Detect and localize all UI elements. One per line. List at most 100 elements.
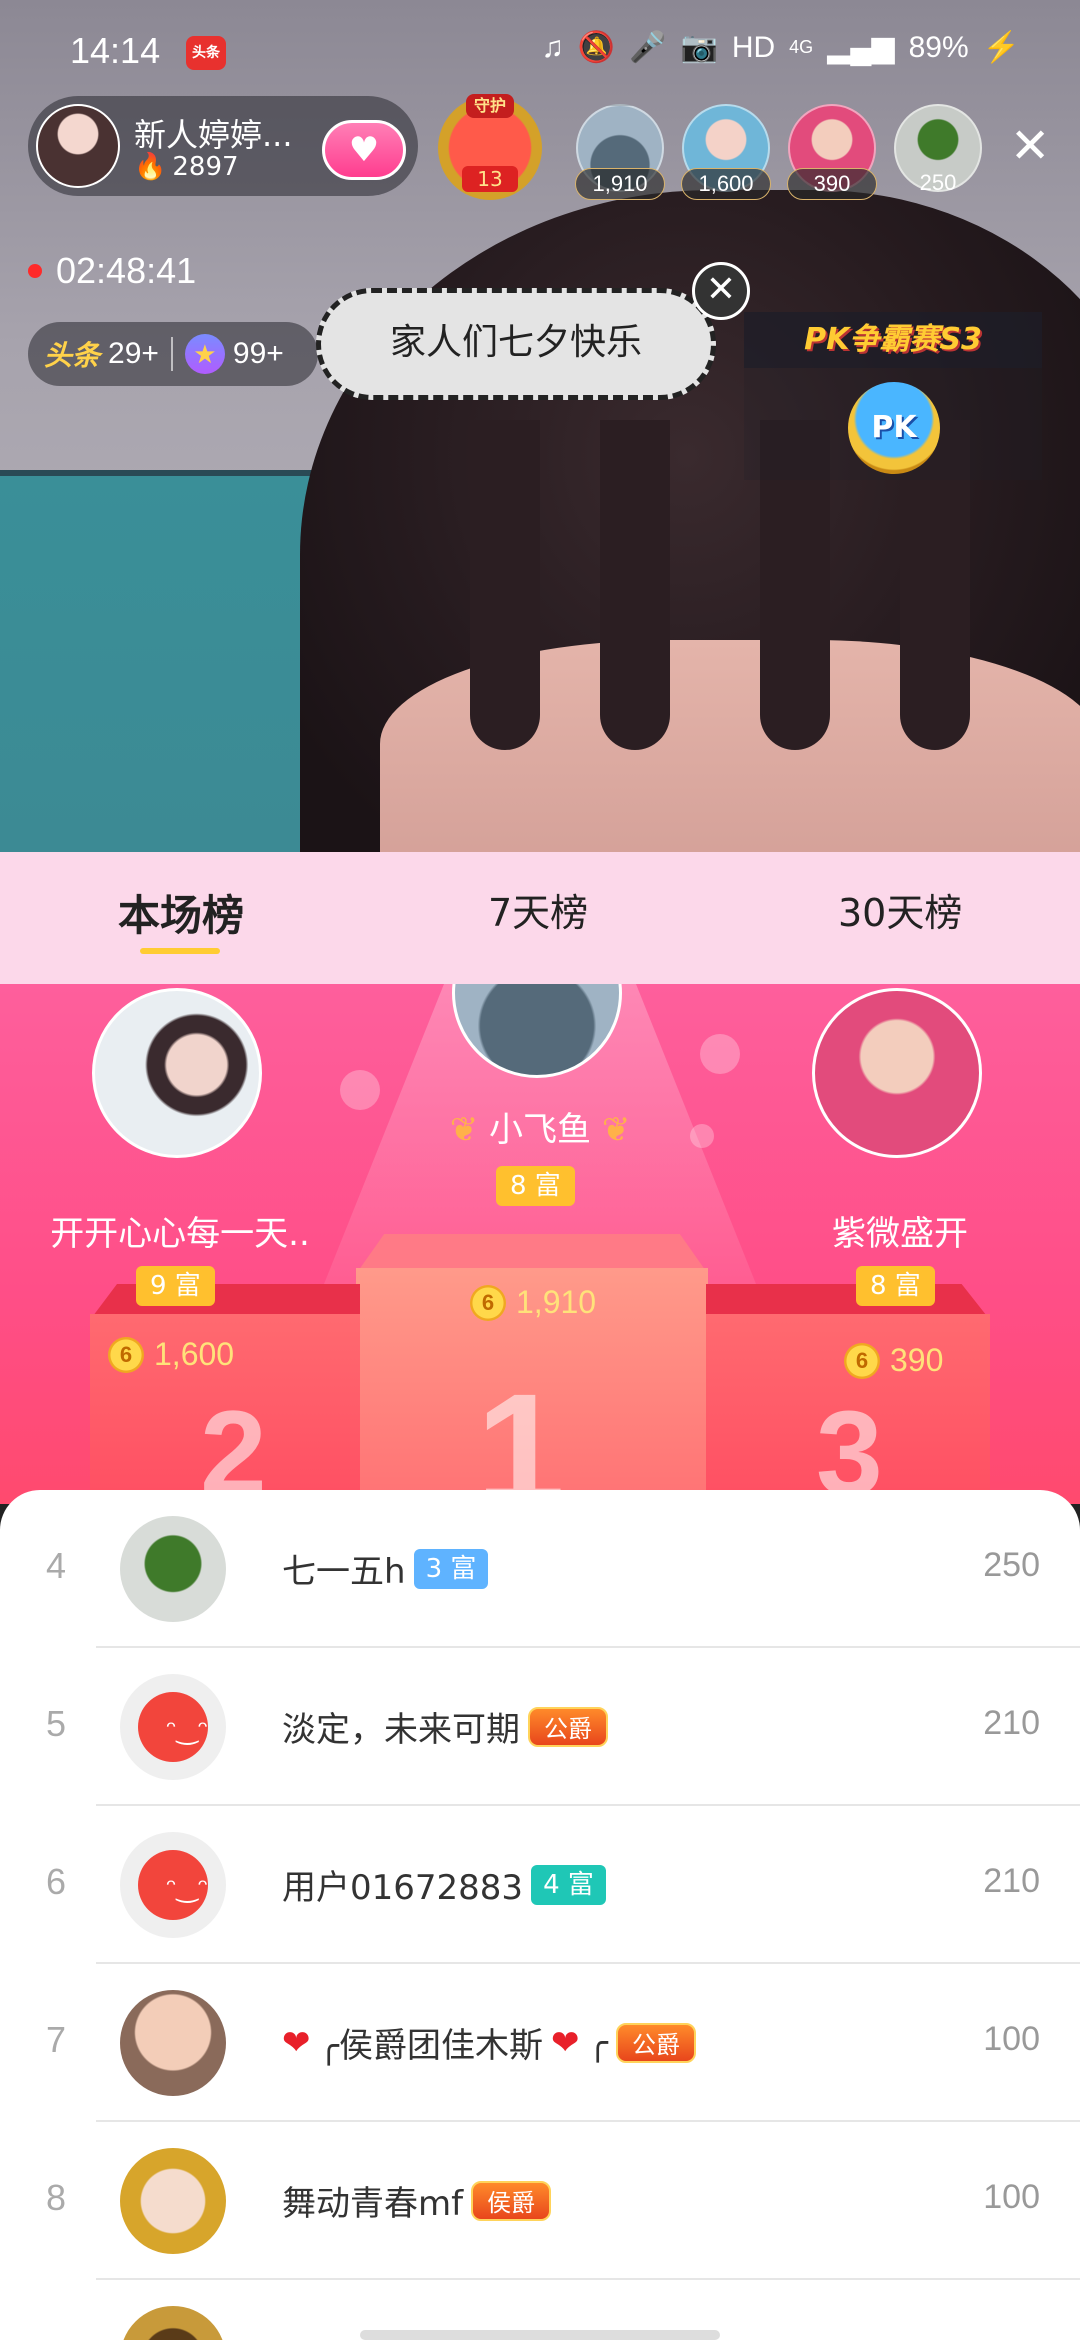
user-avatar[interactable] <box>120 2148 226 2254</box>
anchor-avatar[interactable] <box>36 104 120 188</box>
wealth-level-badge: 3 富 <box>413 1548 489 1589</box>
toutiao-rank-count: 29+ <box>108 337 159 370</box>
third-place-name[interactable]: 紫微盛开 <box>740 1206 1060 1255</box>
status-icons: ♫ 🔕 🎤 📷 HD 4G ▂▄▆ 89% ⚡ <box>541 30 1020 65</box>
user-name: 七一五h <box>282 1552 406 1592</box>
viewer-contribution: 1,600 <box>681 168 771 200</box>
contribution-score: 100 <box>983 2178 1040 2216</box>
user-name: 用户01672883 <box>282 1868 524 1908</box>
list-item[interactable]: 6 ᵔ‿ᵔ 用户01672883 4 富 210 <box>0 1806 1080 1964</box>
anchor-heat: 🔥 2897 <box>134 152 239 182</box>
bubble-close-button[interactable]: ✕ <box>692 262 750 320</box>
second-place-level: 9 富 <box>136 1266 215 1306</box>
signal-icon: ▂▄▆ <box>827 31 895 64</box>
follow-heart-button[interactable]: ♥ <box>322 120 406 180</box>
second-place-name[interactable]: 开开心心每一天.. <box>20 1206 340 1255</box>
ranking-list[interactable]: 4 七一五h 3 富 250 5 ᵔ‿ᵔ 淡定，未来可期 公爵 210 6 ᵔ‿… <box>0 1490 1080 2340</box>
viewer-contribution: 390 <box>787 168 877 200</box>
user-name-row: 舞动青春mf 侯爵 <box>282 2176 552 2225</box>
rank-number: 4 <box>45 1545 67 1586</box>
user-avatar[interactable] <box>120 2306 226 2340</box>
wink-face-icon: ᵔ‿ᵔ <box>166 1874 209 1904</box>
laurel-left-icon: ❦ <box>449 1110 479 1150</box>
contribution-score: 210 <box>983 1704 1040 1742</box>
stand-number: 2 <box>200 1386 267 1504</box>
status-bar: 14:14 头条 ♫ 🔕 🎤 📷 HD 4G ▂▄▆ 89% ⚡ <box>0 0 1080 110</box>
list-item[interactable]: 5 ᵔ‿ᵔ 淡定，未来可期 公爵 210 <box>0 1648 1080 1806</box>
user-name-row: ❤ ╭侯爵团佳木斯 ❤ ╭ 公爵 <box>282 2018 696 2067</box>
live-timer: 02:48:41 <box>28 250 196 292</box>
stand-number: 3 <box>816 1386 883 1504</box>
star-icon: ★ <box>184 334 225 374</box>
star-rank-count: 99+ <box>232 337 284 370</box>
guard-label: 守护 <box>466 94 514 118</box>
pk-banner[interactable]: PK争霸赛S3 <box>744 312 1042 368</box>
hair-strand <box>600 420 670 750</box>
viewer-contribution: 250 <box>919 170 957 195</box>
rank-number: 6 <box>45 1861 67 1902</box>
hot-rank-pill[interactable]: 头条 29+ ★ 99+ <box>28 322 318 386</box>
live-dot-icon <box>28 264 42 278</box>
third-place-level: 8 富 <box>856 1266 935 1306</box>
rank-number: 7 <box>45 2019 67 2060</box>
rank-number: 8 <box>45 2177 67 2218</box>
network-type: 4G <box>789 37 814 57</box>
list-item[interactable]: 4 七一五h 3 富 250 <box>0 1490 1080 1648</box>
wall-trim <box>0 470 340 476</box>
user-avatar[interactable]: ᵔ‿ᵔ <box>120 1674 226 1780</box>
heart-icon: ❤ <box>282 2022 311 2063</box>
list-item[interactable]: 7 ❤ ╭侯爵团佳木斯 ❤ ╭ 公爵 100 <box>0 1964 1080 2122</box>
headphones-icon: ♫ <box>541 30 564 64</box>
score-value: 1,600 <box>154 1336 235 1372</box>
pk-button[interactable]: PK <box>848 382 940 474</box>
podium: 1 2 3 ❦ 小飞鱼 ❦ 8 富 6 1,910 开开心心每一天.. 9 富 … <box>0 984 1080 1504</box>
stand-number: 1 <box>476 1360 565 1504</box>
viewer-contribution: 1,910 <box>575 168 665 200</box>
contribution-score: 210 <box>983 1862 1040 1900</box>
first-place-name-row: ❦ 小飞鱼 ❦ <box>380 1102 700 1151</box>
hair-strand <box>470 420 540 750</box>
rank-number: 5 <box>45 1703 67 1744</box>
first-place-name[interactable]: 小飞鱼 <box>489 1110 591 1150</box>
guard-count: 13 <box>462 166 518 192</box>
tab-indicator <box>140 948 220 954</box>
hd-indicator: HD <box>731 30 776 64</box>
tab-7-days[interactable]: 7天榜 <box>488 882 588 937</box>
microphone-icon: 🎤 <box>629 31 667 64</box>
noble-badge: 侯爵 <box>471 2180 552 2221</box>
battery-level: 89% <box>908 30 969 64</box>
user-avatar[interactable] <box>120 1990 226 2096</box>
list-item[interactable]: 8 舞动青春mf 侯爵 100 <box>0 2122 1080 2280</box>
wink-face-icon: ᵔ‿ᵔ <box>166 1716 209 1746</box>
second-place-score: 6 1,600 <box>108 1336 234 1373</box>
user-name: 淡定，未来可期 <box>282 1710 520 1750</box>
noble-badge: 公爵 <box>528 1706 608 1747</box>
background-wall <box>0 470 340 860</box>
tab-this-show[interactable]: 本场榜 <box>118 882 244 943</box>
user-name-row: 七一五h 3 富 <box>282 1544 489 1593</box>
live-duration: 02:48:41 <box>56 250 197 291</box>
toutiao-rank-label: 头条 <box>44 340 101 371</box>
second-place-avatar[interactable] <box>92 988 262 1158</box>
first-place-level: 8 富 <box>496 1166 575 1206</box>
anchor-name: 新人婷婷... <box>134 116 293 154</box>
coin-icon: 6 <box>844 1342 880 1379</box>
third-place-avatar[interactable] <box>812 988 982 1158</box>
status-time: 14:14 <box>70 30 161 71</box>
divider <box>170 337 173 371</box>
wealth-level-badge: 4 富 <box>531 1864 606 1905</box>
close-icon[interactable]: ✕ <box>1010 122 1050 170</box>
decoration <box>340 1070 380 1110</box>
user-avatar[interactable]: ᵔ‿ᵔ <box>120 1832 226 1938</box>
tab-30-days[interactable]: 30天榜 <box>838 882 962 937</box>
decoration <box>700 1034 740 1074</box>
toutiao-app-icon: 头条 <box>186 36 226 70</box>
scroll-indicator <box>360 2330 720 2340</box>
user-name-suffix: ╭ <box>587 2022 608 2063</box>
score-value: 1,910 <box>516 1284 597 1320</box>
heat-count: 2897 <box>172 152 239 182</box>
message-bubble[interactable]: 家人们七夕快乐 <box>316 288 716 400</box>
charging-icon: ⚡ <box>982 31 1020 64</box>
user-avatar[interactable] <box>120 1516 226 1622</box>
third-place-score: 6 390 <box>844 1342 943 1379</box>
